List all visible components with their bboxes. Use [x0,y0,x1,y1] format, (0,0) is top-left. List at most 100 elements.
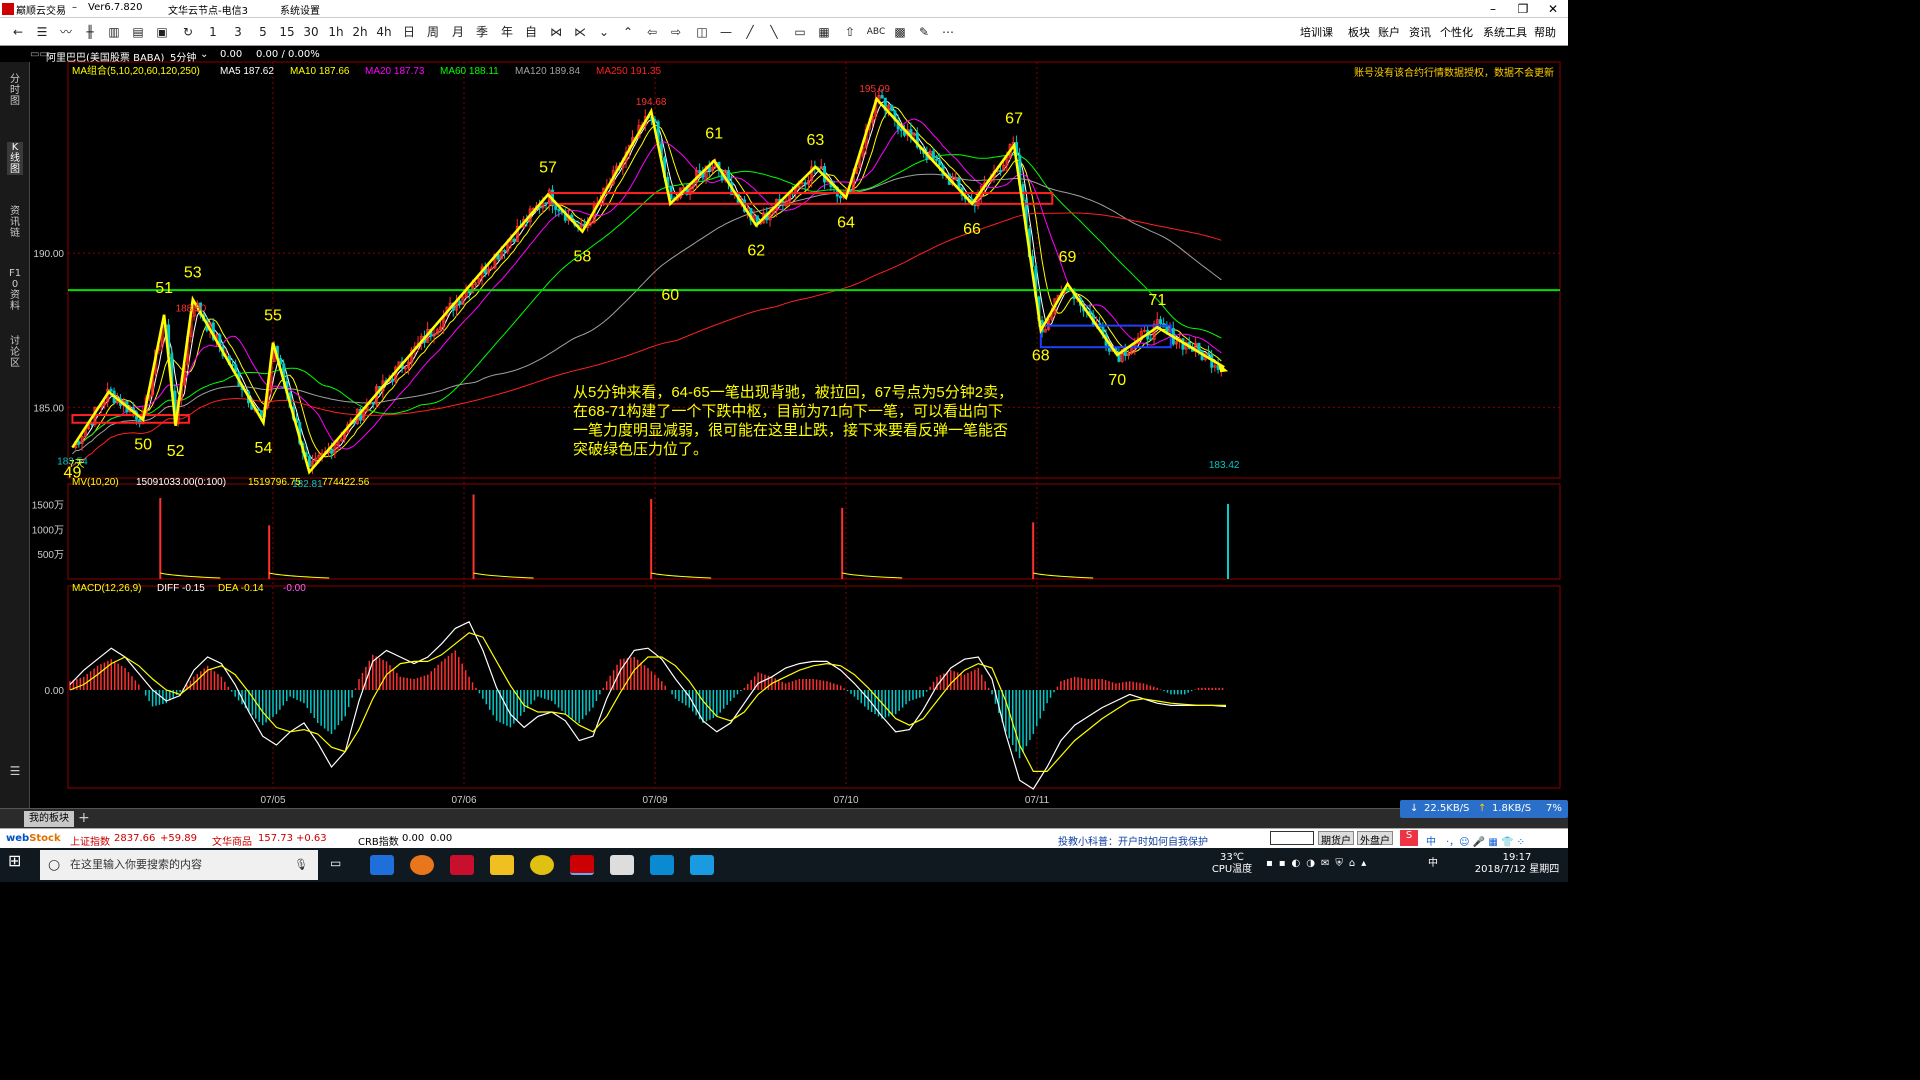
mv-average-curve [160,572,221,579]
period-quarter[interactable]: 季 [471,23,493,41]
tab-my-sector[interactable]: 我的板块 [24,811,74,827]
chevron-down-icon[interactable]: ⌄ [594,23,614,41]
restore-icon[interactable]: ❐ [1508,0,1538,18]
windows-start-icon[interactable]: ⊞ [8,853,21,869]
screenshot-label[interactable]: 系统设置 [280,2,320,17]
chart-area[interactable]: 190.00 185.00 07/05 07/06 07/09 07/10 07/11 49… [0,46,1568,808]
menu-account[interactable]: 账户 [1378,24,1400,40]
arrow-up-icon[interactable]: ⇧ [840,23,860,41]
stroke-number-label: 51 [155,280,173,297]
next-icon[interactable]: ⇨ [666,23,686,41]
period-2h[interactable]: 2h [349,23,371,41]
candle-body [957,178,961,189]
panel-icon[interactable]: ▤ [128,23,148,41]
save-icon[interactable]: ▣ [152,23,172,41]
network-meter: ↓ 22.5KB/S ↑ 1.8KB/S 7% [1400,800,1568,818]
data-auth-warning: 账号没有该合约行情数据授权，数据不会更新 [1354,66,1554,79]
panel-frame [67,483,1561,580]
add-tab-icon[interactable]: + [78,810,90,826]
app-yellow-icon[interactable] [530,855,554,875]
candle-icon[interactable]: ▥ [104,23,124,41]
cpu-label: CPU温度 [1211,864,1253,875]
chevron-up-icon[interactable]: ⌃ [618,23,638,41]
kline-chart-svg[interactable]: 190.00185.0007/05 07/06 07/09 07/10 07/11 49… [0,46,1568,808]
ime-tools-icon[interactable]: ·，☺ 🎤 ▦ 👕 ⁘ [1446,833,1525,848]
back-icon[interactable]: ← [8,23,28,41]
period-5[interactable]: 5 [252,23,274,41]
ray-icon[interactable]: ╲ [764,23,784,41]
period-3[interactable]: 3 [227,23,249,41]
period-30[interactable]: 30 [300,23,322,41]
tray-icons[interactable]: ▪▪◐◑✉⛨⌂▴ [1266,858,1372,870]
taskbar-search-box[interactable]: ○ 在这里输入你要搜索的内容 🎙 [40,850,318,880]
bar-chart-icon[interactable]: ╫ [80,23,100,41]
futures-account-button[interactable]: 期货户 [1318,831,1354,847]
firefox-icon[interactable] [410,855,434,875]
index2-name[interactable]: 文华商品 [212,833,252,848]
app-version: Ver6.7.820 [88,2,143,13]
prev-icon[interactable]: ⇦ [642,23,662,41]
search-placeholder: 在这里输入你要搜索的内容 [70,858,202,871]
pen-icon[interactable]: ✎ [914,23,934,41]
task-view-icon[interactable]: ▭ [330,857,341,869]
fill-icon[interactable]: ▩ [890,23,910,41]
period-day[interactable]: 日 [398,23,420,41]
period-year[interactable]: 年 [496,23,518,41]
index3-name[interactable]: CRB指数 [358,833,399,848]
hline-icon[interactable]: — [716,23,736,41]
period-15[interactable]: 15 [276,23,298,41]
app-blue-icon[interactable] [650,855,674,875]
mv-average-curve [269,572,330,579]
education-tip[interactable]: 投教小科普：开户时如何自我保护 [1058,833,1208,848]
line-chart-icon[interactable]: 〰 [56,23,76,41]
menu-help[interactable]: 帮助 [1534,24,1556,40]
candle-body [935,158,939,161]
trendline-icon[interactable]: ╱ [740,23,760,41]
tray-lang[interactable]: 中 [1428,858,1438,870]
macd-legend-item: -0.00 [283,583,306,594]
channel-icon[interactable]: ▦ [814,23,834,41]
clock[interactable]: 19:17 2018/7/12 星期四 [1472,852,1562,876]
period-month[interactable]: 月 [447,23,469,41]
server-node[interactable]: 文华云节点-电信3 [168,2,248,17]
edge-icon[interactable] [370,855,394,875]
microphone-icon[interactable]: 🎙 [294,850,308,880]
index1-name[interactable]: 上证指数 [70,833,110,848]
calculator-icon[interactable] [610,855,634,875]
ime-indicator[interactable]: 中 [1426,833,1436,848]
period-tag: 7天 [69,459,85,470]
sogou-icon[interactable]: S [1400,830,1418,846]
text-tool-icon[interactable]: ABC [864,23,888,41]
menu-personalize[interactable]: 个性化 [1440,24,1473,40]
quick-input[interactable] [1270,831,1314,845]
temperature-widget[interactable]: 33℃ CPU温度 [1208,852,1256,876]
zoom-in-icon[interactable]: ⋈ [546,23,566,41]
toolbar: ← ☰ 〰 ╫ ▥ ▤ ▣ ↻ 1 3 5 15 30 1h 2h 4h 日 周… [0,18,1568,46]
refresh-icon[interactable]: ↻ [178,23,198,41]
menu-news[interactable]: 资讯 [1409,24,1431,40]
period-1h[interactable]: 1h [325,23,347,41]
period-week[interactable]: 周 [422,23,444,41]
search-icon: ○ [48,857,61,873]
clock-date: 2018/7/12 星期四 [1474,864,1560,875]
wenhua-app-icon[interactable] [570,855,594,875]
layout-icon[interactable]: ◫ [692,23,712,41]
period-1[interactable]: 1 [202,23,224,41]
foreign-account-button[interactable]: 外盘户 [1357,831,1393,847]
close-icon[interactable]: ✕ [1538,0,1568,18]
file-explorer-icon[interactable] [490,855,514,875]
rect-icon[interactable]: ▭ [790,23,810,41]
list-icon[interactable]: ☰ [32,23,52,41]
menu-system-tools[interactable]: 系统工具 [1483,24,1527,40]
menu-sector[interactable]: 板块 [1348,24,1370,40]
zoom-out-icon[interactable]: ⋉ [570,23,590,41]
menu-training[interactable]: 培训课 [1300,24,1333,40]
period-4h[interactable]: 4h [373,23,395,41]
app-red-icon[interactable] [450,855,474,875]
minimize-icon[interactable]: – [1478,0,1508,18]
more-icon[interactable]: ⋯ [938,23,958,41]
stroke-number-label: 60 [661,287,679,304]
candle-body [371,401,375,405]
period-custom[interactable]: 自 [520,23,542,41]
app-blue2-icon[interactable] [690,855,714,875]
